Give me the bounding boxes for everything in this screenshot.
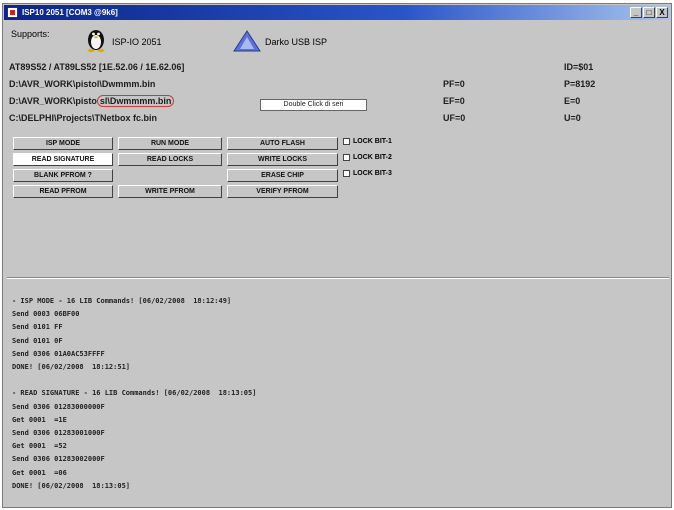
fuse-u: U=0 — [564, 113, 581, 123]
run-mode-button[interactable]: RUN MODE — [118, 137, 222, 150]
lock-bit-3[interactable]: LOCK BIT-3 — [343, 170, 392, 177]
fuse-p: P=8192 — [564, 79, 596, 89]
device-line: AT89S52 / AT89LS52 [1E.52.06 / 1E.62.06] — [9, 62, 185, 72]
log-separator — [7, 277, 669, 279]
isp-mode-button[interactable]: ISP MODE — [13, 137, 113, 150]
auto-flash-button[interactable]: AUTO FLASH — [227, 137, 338, 150]
log-line: - READ SIGNATURE - 16 LIB Commands! [06/… — [12, 389, 257, 398]
fuse-e: E=0 — [564, 96, 581, 106]
log-line: Get 0001 =1E — [12, 415, 67, 424]
lock-bit-1-label: LOCK BIT-1 — [353, 138, 392, 145]
write-prom-button[interactable]: WRITE PFROM — [118, 185, 222, 198]
isp-label: ISP-IO 2051 — [112, 37, 162, 47]
read-prom-button[interactable]: READ PFROM — [13, 185, 113, 198]
log-line: Send 0003 06BF00 — [12, 310, 80, 319]
main-window: ISP10 2051 [COM3 @9k6] _ □ X Supports: I… — [2, 3, 672, 508]
minimize-button[interactable]: _ — [630, 7, 642, 18]
log-line: DONE! [06/02/2008 18:12:51] — [12, 363, 131, 371]
programmer-icon[interactable] — [233, 30, 261, 52]
log-line: Send 0306 01283002000F — [12, 455, 105, 464]
fuse-ef: EF=0 — [443, 96, 465, 106]
read-locks-button[interactable]: READ LOCKS — [118, 153, 222, 166]
programmer-label: Darko USB ISP — [265, 37, 328, 47]
log-line: DONE! [06/02/2008 18:13:05] — [12, 481, 131, 490]
log-line: Send 0306 01283001000F — [12, 429, 105, 437]
window-controls: _ □ X — [630, 7, 668, 18]
log-line: Send 0306 01A0AC53FFFF — [12, 349, 105, 358]
log-line: Send 0101 FF — [12, 323, 63, 332]
double-click-tooltip: Double Click di seri — [260, 99, 367, 111]
fuse-uf: UF=0 — [443, 113, 466, 123]
log-line: Send 0101 0F — [12, 336, 63, 345]
penguin-icon[interactable] — [85, 26, 107, 52]
supports-label: Supports: — [11, 29, 50, 39]
supports-row: Supports: ISP-IO 2051 Darko USB ISP — [7, 24, 667, 54]
lock-bit-2[interactable]: LOCK BIT-2 — [343, 154, 392, 161]
lock-bit-3-checkbox[interactable] — [343, 170, 350, 177]
maximize-button[interactable]: □ — [643, 7, 655, 18]
file-path-2[interactable]: D:\AVR_WORK\pisto sl\Dwmmmm.bin — [9, 95, 175, 107]
log-line: Get 0001 =52 — [12, 442, 67, 451]
app-icon — [7, 7, 18, 18]
fuse-id: ID=$01 — [564, 62, 594, 72]
log-line: Get 0001 =06 — [12, 468, 67, 477]
verify-prom-button[interactable]: VERIFY PFROM — [227, 185, 338, 198]
title-bar[interactable]: ISP10 2051 [COM3 @9k6] _ □ X — [4, 5, 670, 20]
blank-prom-button[interactable]: BLANK PFROM ? — [13, 169, 113, 182]
lock-bit-2-label: LOCK BIT-2 — [353, 154, 392, 161]
file-path-3[interactable]: C:\DELPHI\Projects\TNetbox fc.bin — [9, 113, 157, 123]
file-path-2-prefix: D:\AVR_WORK\pisto — [9, 96, 97, 106]
log-line: Send 0306 01283000000F — [12, 402, 105, 411]
erase-chip-button[interactable]: ERASE CHIP — [227, 169, 338, 182]
fuse-pf: PF=0 — [443, 79, 465, 89]
window-title: ISP10 2051 [COM3 @9k6] — [22, 8, 118, 17]
lock-bit-2-checkbox[interactable] — [343, 154, 350, 161]
file-path-2-highlight: sl\Dwmmmm.bin — [96, 95, 175, 107]
file-path-1[interactable]: D:\AVR_WORK\pistol\Dwmmm.bin — [9, 79, 155, 89]
lock-bit-1-checkbox[interactable] — [343, 138, 350, 145]
log-line: - ISP MODE - 16 LIB Commands! [06/02/200… — [12, 297, 232, 305]
lock-bit-3-label: LOCK BIT-3 — [353, 170, 392, 177]
lock-bit-1[interactable]: LOCK BIT-1 — [343, 138, 392, 145]
read-signature-button[interactable]: READ SIGNATURE — [13, 153, 113, 166]
close-button[interactable]: X — [656, 7, 668, 18]
write-locks-button[interactable]: WRITE LOCKS — [227, 153, 338, 166]
